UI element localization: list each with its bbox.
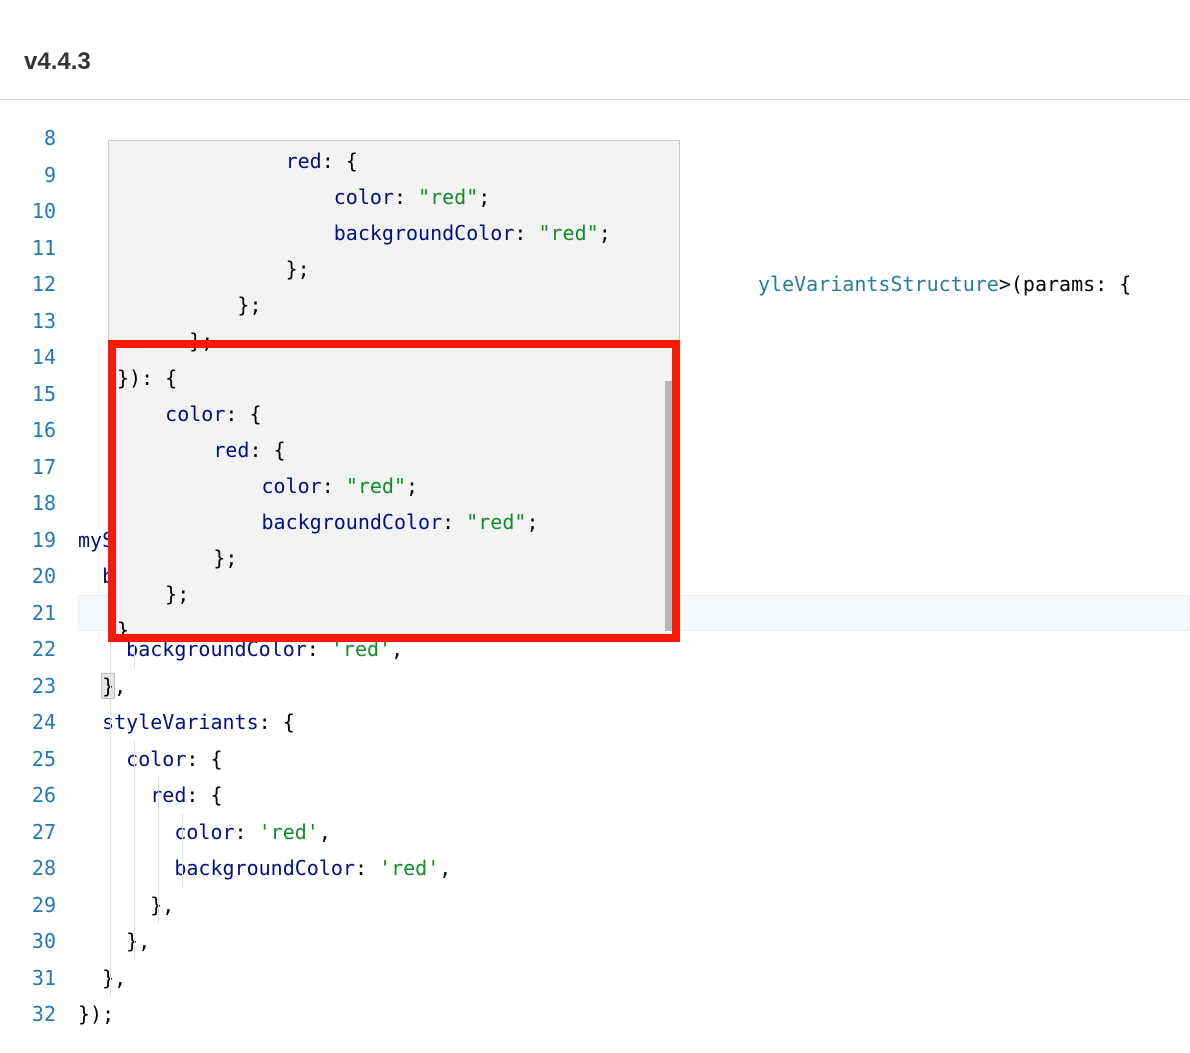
line-number: 31 — [0, 960, 56, 997]
type-fragment: yleVariantsStructure>(params: { — [758, 272, 1131, 296]
line-number: 8 — [0, 120, 56, 157]
code-line[interactable]: }, — [78, 923, 1190, 960]
prop: backgroundColor — [174, 856, 355, 880]
line-number: 15 — [0, 376, 56, 413]
line-number: 24 — [0, 704, 56, 741]
line-number: 25 — [0, 741, 56, 778]
line-number: 16 — [0, 412, 56, 449]
line-number: 28 — [0, 850, 56, 887]
string: 'red' — [379, 856, 439, 880]
hover-content: red: { color: "red"; backgroundColor: "r… — [109, 141, 679, 642]
line-number: 9 — [0, 157, 56, 194]
code-line[interactable]: }, — [78, 960, 1190, 997]
top-bar: v4.4.3 — [0, 0, 1190, 100]
line-number: 29 — [0, 887, 56, 924]
code-line[interactable]: styleVariants: { — [78, 704, 1190, 741]
line-number: 30 — [0, 923, 56, 960]
line-number: 27 — [0, 814, 56, 851]
line-number: 20 — [0, 558, 56, 595]
prop: styleVariants — [102, 710, 259, 734]
code-line[interactable]: }, — [78, 887, 1190, 924]
line-number: 32 — [0, 996, 56, 1033]
bracket-close: } — [102, 674, 114, 698]
line-number: 23 — [0, 668, 56, 705]
prop: color — [174, 820, 234, 844]
hover-scrollbar[interactable] — [665, 381, 679, 631]
string: 'red' — [259, 820, 319, 844]
line-number: 26 — [0, 777, 56, 814]
line-number: 19 — [0, 522, 56, 559]
code-line[interactable]: red: { — [78, 777, 1190, 814]
code-line[interactable]: backgroundColor: 'red', — [78, 850, 1190, 887]
code-line[interactable]: }, — [78, 668, 1190, 705]
line-number-gutter: 8910111213141516171819202122232425262728… — [0, 120, 78, 1033]
line-number: 11 — [0, 230, 56, 267]
code-line[interactable]: color: 'red', — [78, 814, 1190, 851]
prop: red — [150, 783, 186, 807]
prop: color — [126, 747, 186, 771]
code-line[interactable]: color: { — [78, 741, 1190, 778]
line-number: 21 — [0, 595, 56, 632]
hover-tooltip[interactable]: red: { color: "red"; backgroundColor: "r… — [108, 140, 680, 642]
line-number: 18 — [0, 485, 56, 522]
line-number: 12 — [0, 266, 56, 303]
version-badge[interactable]: v4.4.3 — [10, 40, 105, 84]
code-line[interactable]: }); — [78, 996, 1190, 1033]
line-number: 14 — [0, 339, 56, 376]
line-number: 13 — [0, 303, 56, 340]
line-number: 22 — [0, 631, 56, 668]
line-number: 10 — [0, 193, 56, 230]
line-number: 17 — [0, 449, 56, 486]
